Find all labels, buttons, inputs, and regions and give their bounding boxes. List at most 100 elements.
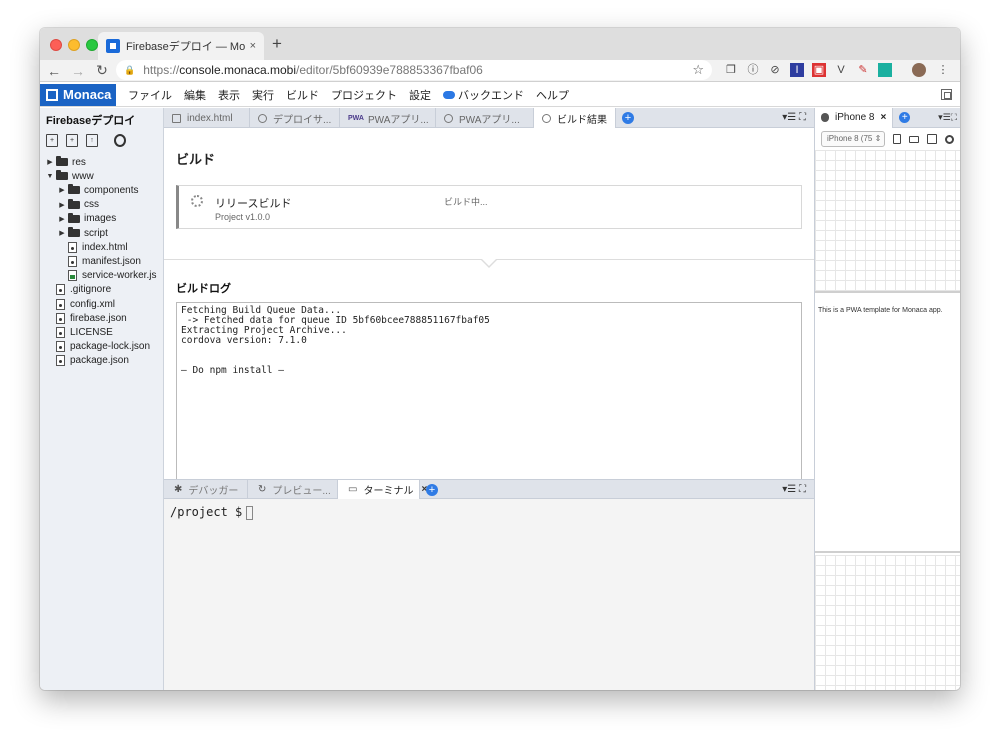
folder-icon	[68, 184, 80, 195]
tab-pwa-app-1[interactable]: PWA PWAアプリ...	[340, 108, 436, 128]
extension-stack-icon[interactable]: ❐	[724, 63, 738, 77]
tree-item[interactable]: service-worker.js	[58, 269, 156, 283]
browser-tab[interactable]: Firebaseデプロイ — Monaca Cl ×	[98, 32, 264, 60]
close-window-button[interactable]	[50, 39, 62, 51]
folder-icon	[68, 212, 80, 223]
device-select[interactable]: iPhone 8 (75 ⇕	[821, 131, 885, 147]
file-icon	[56, 298, 65, 310]
build-status: ビルド中...	[444, 197, 488, 207]
close-tab-icon[interactable]: ×	[880, 112, 886, 123]
tree-item[interactable]: ▶ components	[58, 183, 138, 197]
screenshot-icon[interactable]	[927, 134, 937, 144]
add-tab-button[interactable]: +	[622, 112, 634, 124]
new-folder-icon[interactable]: +	[66, 134, 78, 147]
new-file-icon[interactable]: +	[46, 134, 58, 147]
tab-label: プレビュー...	[272, 486, 331, 497]
menu-project[interactable]: プロジェクト	[331, 87, 397, 103]
tab-debugger[interactable]: ✱ デバッガー	[164, 480, 248, 499]
globe-icon	[444, 113, 453, 123]
tree-item[interactable]: package.json	[46, 354, 129, 368]
back-arrow-icon[interactable]: ←	[42, 63, 66, 79]
tab-build-result[interactable]: ビルド結果 ×	[534, 108, 616, 128]
expand-arrow-icon[interactable]: ▶	[58, 201, 66, 209]
minimize-window-button[interactable]	[68, 39, 80, 51]
panel-layout-icon[interactable]	[941, 89, 952, 100]
tab-index-html[interactable]: index.html	[164, 108, 250, 128]
tree-item[interactable]: package-lock.json	[46, 340, 150, 354]
preview-menu-icon[interactable]: ▾☰⛶	[938, 112, 957, 123]
editor-tabbar: index.html デプロイサ... PWA PWAアプリ... PWAアプリ.…	[164, 108, 814, 128]
close-tab-icon[interactable]: ×	[250, 40, 256, 52]
tree-item[interactable]: ▶ css	[58, 198, 99, 212]
tab-menu-icon[interactable]: ▾☰ ⛶	[782, 484, 806, 495]
extension-i-icon[interactable]: I	[790, 63, 804, 77]
extension-v-icon[interactable]: V	[834, 63, 848, 77]
menu-build[interactable]: ビルド	[286, 87, 319, 103]
expand-arrow-icon[interactable]: ▼	[46, 173, 54, 180]
menu-settings[interactable]: 設定	[409, 87, 431, 103]
portrait-icon[interactable]	[893, 134, 901, 144]
folder-icon	[68, 198, 80, 209]
menu-backend[interactable]: バックエンド	[443, 87, 524, 103]
monaca-logo[interactable]: Monaca	[40, 83, 116, 106]
build-log-output[interactable]: Fetching Build Queue Data... -> Fetched …	[176, 302, 802, 479]
tree-item[interactable]: ▼ www	[46, 169, 94, 183]
tree-item[interactable]: ▶ images	[58, 212, 116, 226]
extension-gift-icon[interactable]: ▣	[812, 63, 826, 77]
tree-item[interactable]: config.xml	[46, 297, 115, 311]
screen-text: This is a PWA template for Monaca app.	[818, 307, 943, 314]
new-tab-button[interactable]: +	[272, 34, 282, 54]
file-icon	[68, 270, 77, 282]
expand-arrow-icon[interactable]: ▶	[58, 215, 66, 223]
tab-preview[interactable]: ↻ プレビュー...	[248, 480, 338, 499]
url-input[interactable]: 🔒 https://console.monaca.mobi/editor/5bf…	[116, 60, 712, 80]
log-line: cordova version: 7.1.0	[181, 335, 307, 346]
menu-run[interactable]: 実行	[252, 87, 274, 103]
menu-help[interactable]: ヘルプ	[536, 87, 569, 103]
tree-item[interactable]: ▶ res	[46, 155, 86, 169]
close-tab-icon[interactable]: ×	[615, 113, 616, 124]
refresh-preview-icon[interactable]	[945, 134, 954, 144]
tree-item[interactable]: ▶ script	[58, 226, 108, 240]
expand-arrow-icon[interactable]: ▶	[58, 229, 66, 237]
reload-icon[interactable]: ↻	[90, 62, 114, 79]
extension-square-icon[interactable]	[878, 63, 892, 77]
zoom-window-button[interactable]	[86, 39, 98, 51]
tab-iphone-8[interactable]: iPhone 8 ×	[815, 107, 894, 128]
tab-pwa-app-2[interactable]: PWAアプリ...	[436, 108, 534, 128]
refresh-icon[interactable]	[114, 134, 126, 147]
extension-sync-icon[interactable]: ⊘	[768, 63, 782, 77]
extension-pen-icon[interactable]: ✎	[856, 63, 870, 77]
project-version: Project v1.0.0	[215, 212, 271, 222]
add-tab-button[interactable]: +	[426, 484, 438, 496]
tree-item[interactable]: manifest.json	[58, 254, 141, 268]
tree-item[interactable]: index.html	[58, 240, 128, 254]
menu-edit[interactable]: 編集	[184, 87, 206, 103]
preview-toolbar: iPhone 8 (75 ⇕	[815, 128, 960, 150]
device-screen[interactable]: This is a PWA template for Monaca app.	[815, 291, 960, 553]
forward-arrow-icon[interactable]: →	[66, 63, 90, 79]
folder-icon	[56, 170, 68, 181]
terminal-output[interactable]: /project $	[164, 499, 814, 690]
landscape-icon[interactable]	[909, 135, 919, 143]
tree-item[interactable]: firebase.json	[46, 311, 127, 325]
tab-menu-icon[interactable]: ▾☰ ⛶	[782, 112, 806, 123]
expand-arrow-icon[interactable]: ▶	[46, 158, 54, 166]
extension-info-icon[interactable]: ⓘ	[746, 63, 760, 77]
expand-arrow-icon[interactable]: ▶	[58, 186, 66, 194]
lock-icon: 🔒	[124, 64, 136, 75]
build-heading: ビルド	[176, 152, 216, 167]
tree-item-label: service-worker.js	[82, 270, 157, 282]
profile-avatar[interactable]	[912, 63, 926, 77]
menu-file[interactable]: ファイル	[128, 87, 172, 103]
tree-item[interactable]: LICENSE	[46, 325, 113, 339]
menu-view[interactable]: 表示	[218, 87, 240, 103]
add-device-button[interactable]: +	[899, 112, 911, 123]
tab-terminal[interactable]: ▭ ターミナル ×	[338, 480, 427, 499]
tree-item[interactable]: .gitignore	[46, 283, 111, 297]
bookmark-star-icon[interactable]: ☆	[692, 62, 704, 78]
browser-menu-icon[interactable]: ⋮	[936, 63, 950, 77]
tab-deploy[interactable]: デプロイサ...	[250, 108, 340, 128]
upload-icon[interactable]: ↑	[86, 134, 98, 147]
